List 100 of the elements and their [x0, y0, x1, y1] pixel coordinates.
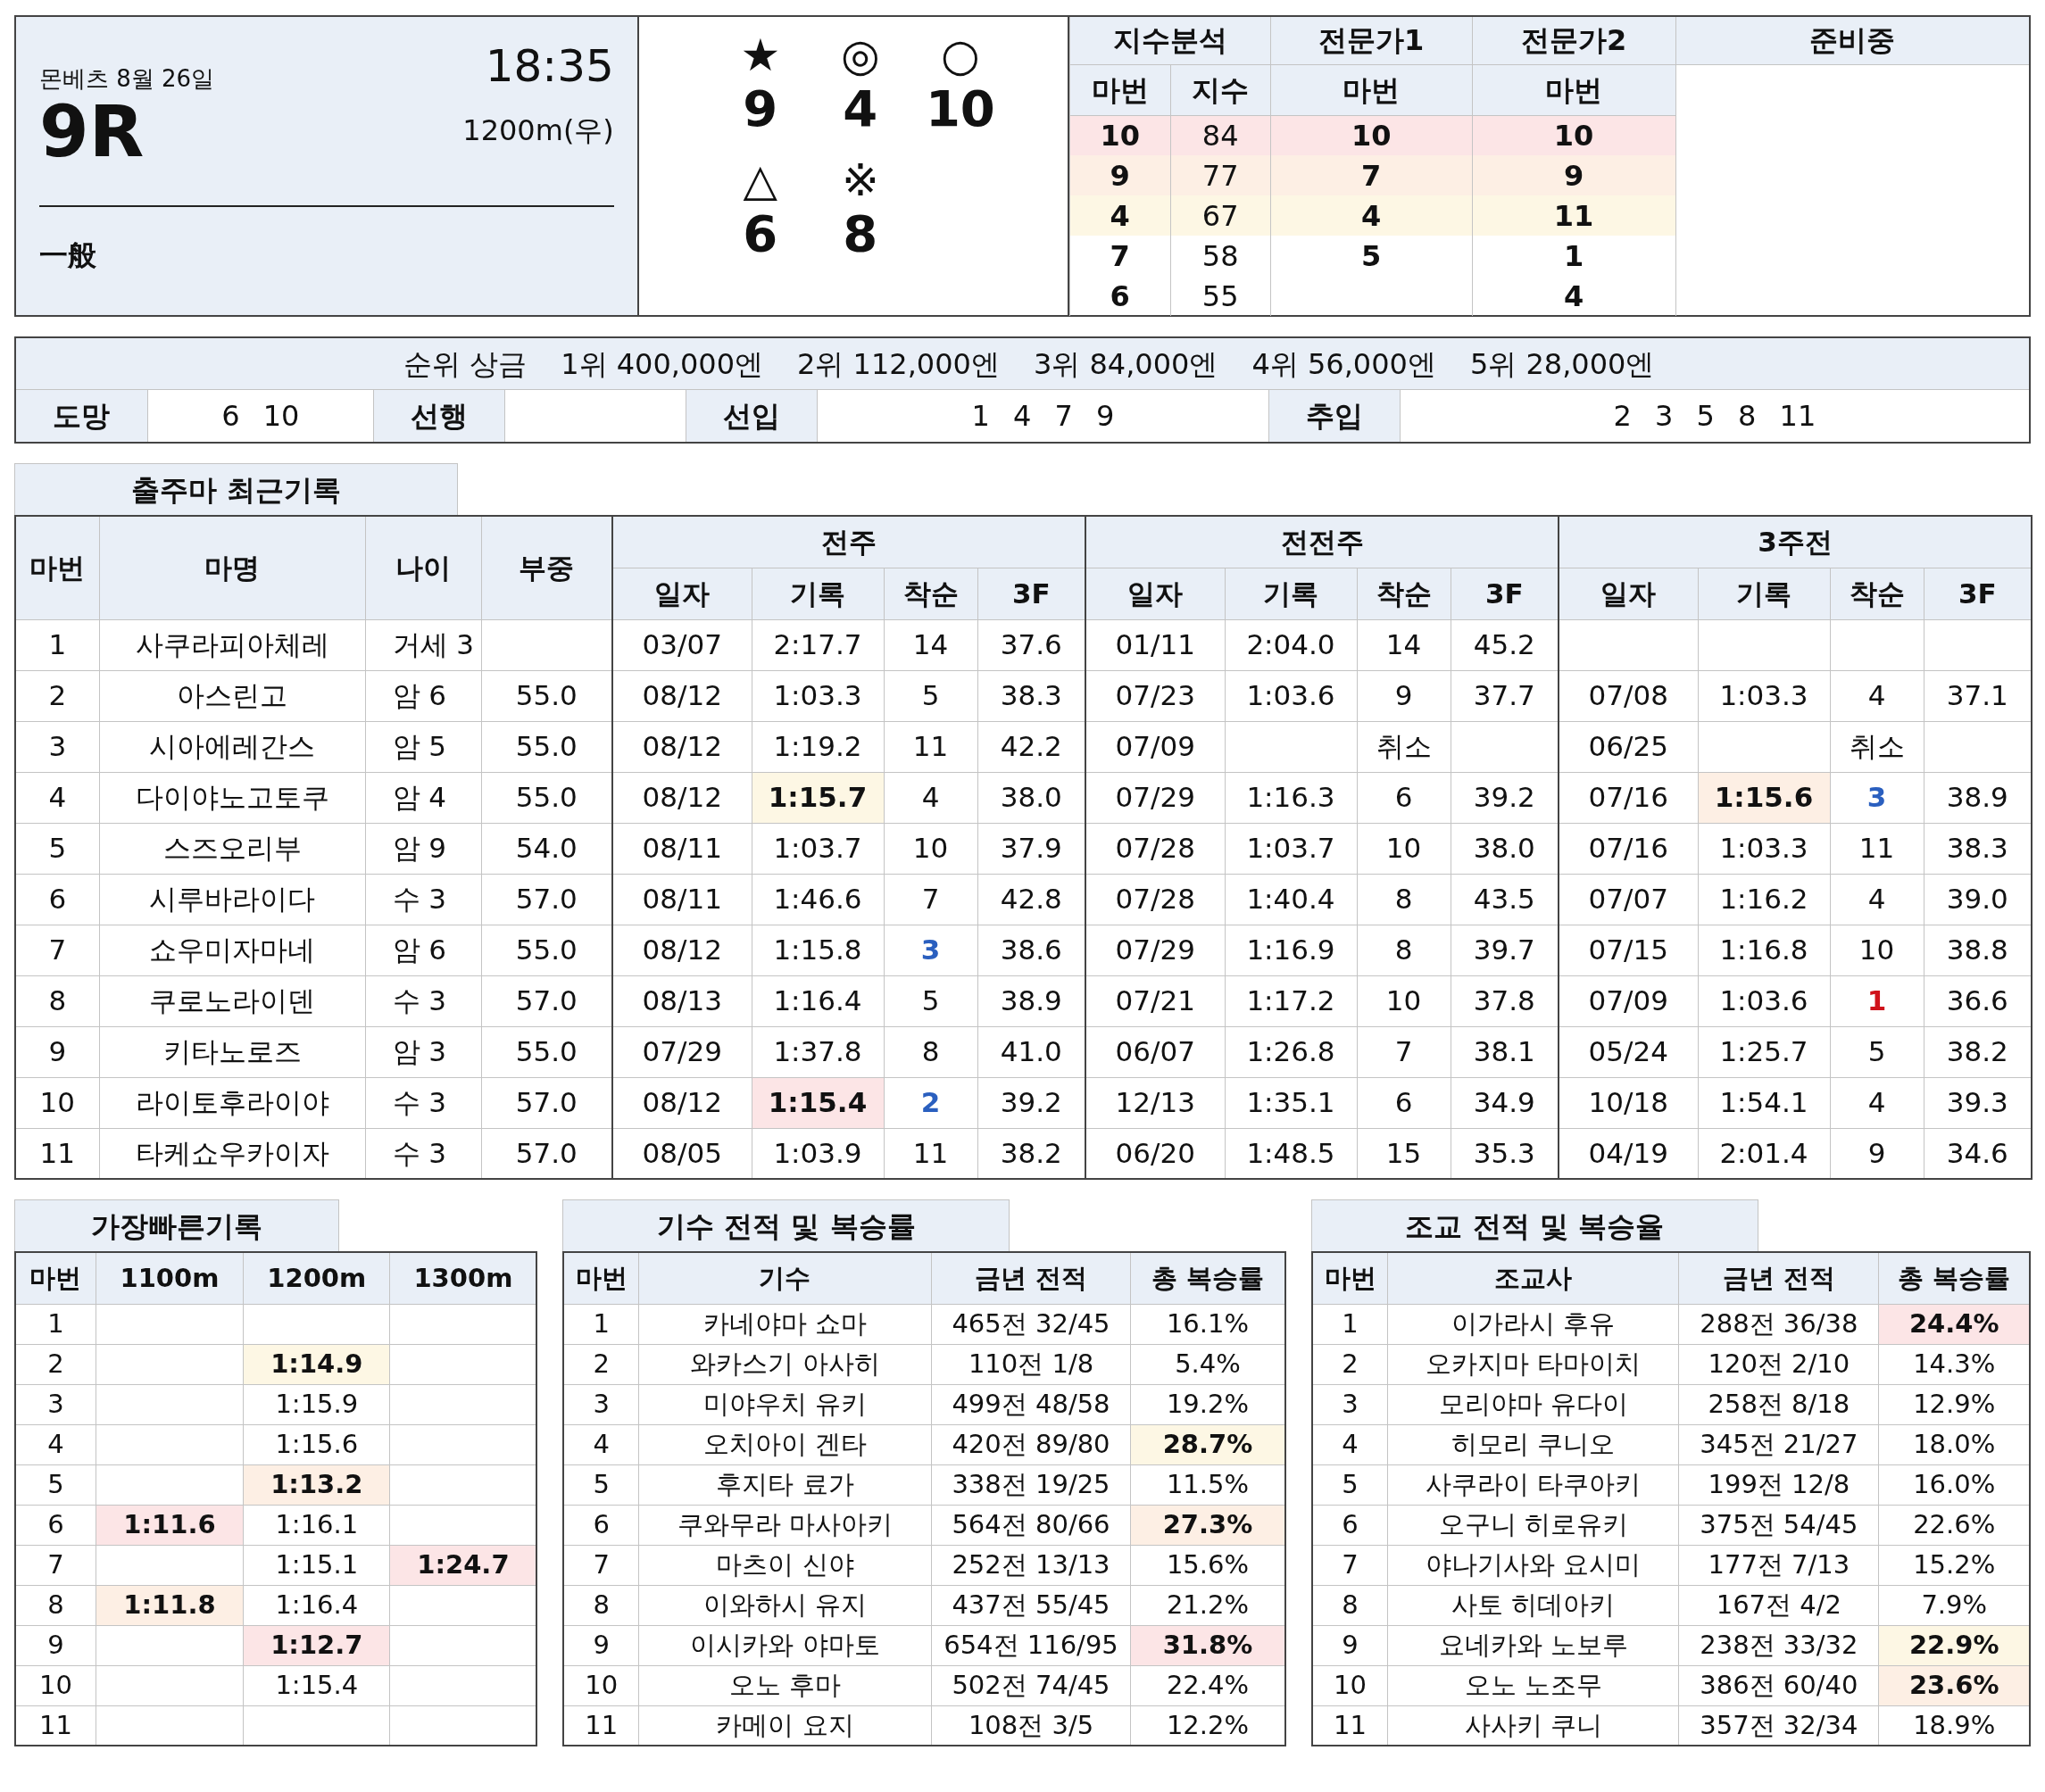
- table-cell: 7: [1357, 1026, 1451, 1077]
- table-cell: 암 4: [365, 772, 481, 823]
- table-cell: 67: [1170, 195, 1271, 236]
- table-cell: 8: [15, 975, 99, 1026]
- table-cell: 7: [1270, 155, 1473, 195]
- table-cell: 22.9%: [1879, 1625, 2030, 1665]
- pick-symbol: △: [743, 158, 778, 203]
- table-cell: 6: [1357, 1077, 1451, 1128]
- table-cell: 1:16.4: [243, 1585, 390, 1625]
- table-cell: 4: [1472, 276, 1676, 316]
- table-cell: 07/23: [1085, 670, 1225, 721]
- table-cell: 9: [15, 1026, 99, 1077]
- table-cell: 4: [1069, 195, 1171, 236]
- table-cell: 2: [15, 670, 99, 721]
- table-cell: 6: [1069, 276, 1171, 316]
- table-cell: 502전 74/45: [931, 1665, 1131, 1705]
- table-cell: 암 6: [365, 670, 481, 721]
- column-header: 3F: [977, 568, 1085, 619]
- table-cell: 1:03.7: [752, 823, 884, 874]
- table-cell: 288전 36/38: [1678, 1304, 1879, 1344]
- table-cell: 2: [563, 1344, 639, 1384]
- table-cell: 4: [563, 1424, 639, 1464]
- table-cell: 아스린고: [99, 670, 365, 721]
- table-cell: 375전 54/45: [1678, 1505, 1879, 1545]
- column-header: 전전주: [1085, 516, 1559, 568]
- table-cell: 10: [1357, 975, 1451, 1026]
- table-cell: 10/18: [1559, 1077, 1698, 1128]
- table-cell: 사토 히데아키: [1387, 1585, 1679, 1625]
- table-cell: 암 3: [365, 1026, 481, 1077]
- table-cell: 1:35.1: [1225, 1077, 1357, 1128]
- table-cell: 14: [884, 619, 977, 670]
- table-cell: 1: [1830, 975, 1924, 1026]
- column-header: 금년 전적: [1678, 1252, 1879, 1304]
- table-cell: 77: [1170, 155, 1271, 195]
- table-cell: 199전 12/8: [1678, 1464, 1879, 1505]
- table-cell: 177전 7/13: [1678, 1545, 1879, 1585]
- column-header: 전문가2: [1472, 17, 1676, 64]
- table-cell: 258전 8/18: [1678, 1384, 1879, 1424]
- table-cell: 1:19.2: [752, 721, 884, 772]
- table-cell: 4: [15, 772, 99, 823]
- column-header: 1300m: [389, 1252, 537, 1304]
- section-title: 기수 전적 및 복승률: [562, 1199, 1010, 1251]
- column-header: 지수: [1170, 64, 1271, 115]
- table-cell: 08/12: [612, 925, 752, 975]
- table-cell: 1:15.7: [752, 772, 884, 823]
- style-label: 선행: [372, 390, 505, 442]
- table-cell: 1:03.6: [1698, 975, 1830, 1026]
- table-cell: 이시카와 야마토: [638, 1625, 932, 1665]
- table-cell: 1:15.9: [243, 1384, 390, 1424]
- table-cell: 암 6: [365, 925, 481, 975]
- table-cell: 110전 1/8: [931, 1344, 1131, 1384]
- table-cell: 345전 21/27: [1678, 1424, 1879, 1464]
- table-cell: 모리야마 유다이: [1387, 1384, 1679, 1424]
- table-cell: 07/09: [1559, 975, 1698, 1026]
- table-cell: 12/13: [1085, 1077, 1225, 1128]
- table-cell: 10: [15, 1077, 99, 1128]
- table-cell: 라이토후라이야: [99, 1077, 365, 1128]
- table-cell: 10: [1357, 823, 1451, 874]
- column-header: 마번: [1472, 64, 1676, 115]
- column-header: 일자: [1559, 568, 1698, 619]
- style-label: 도망: [16, 390, 148, 442]
- horse-numbers: 6 10: [221, 398, 300, 435]
- table-cell: 6: [15, 1505, 96, 1545]
- table-cell: 3: [1311, 1384, 1388, 1424]
- table-cell: 07/15: [1559, 925, 1698, 975]
- table-cell: 1:16.1: [243, 1505, 390, 1545]
- table-cell: 07/28: [1085, 874, 1225, 925]
- table-cell: 338전 19/25: [931, 1464, 1131, 1505]
- table-cell: 후지타 료가: [638, 1464, 932, 1505]
- table-cell: 쇼우미자마네: [99, 925, 365, 975]
- table-cell: 오구니 히로유키: [1387, 1505, 1679, 1545]
- column-header: 금년 전적: [931, 1252, 1131, 1304]
- table-cell: 420전 89/80: [931, 1424, 1131, 1464]
- pick-symbol: ★: [740, 33, 781, 78]
- table-cell: 1:15.4: [243, 1665, 390, 1705]
- table-cell: 스즈오리부: [99, 823, 365, 874]
- table-cell: 8: [1357, 925, 1451, 975]
- prize-amount: 5위 28,000엔: [1469, 345, 1655, 383]
- table-cell: 7: [884, 874, 977, 925]
- table-cell: 5: [563, 1464, 639, 1505]
- column-header: 착순: [884, 568, 977, 619]
- table-cell: 카네야마 쇼마: [638, 1304, 932, 1344]
- table-cell: 히모리 쿠니오: [1387, 1424, 1679, 1464]
- section-title: 가장빠른기록: [14, 1199, 339, 1251]
- table-cell: 1: [1472, 236, 1676, 276]
- style-label: 추입: [1268, 390, 1401, 442]
- column-header: 기수: [638, 1252, 932, 1304]
- table-cell: 취소: [1830, 721, 1924, 772]
- table-cell: 와카스기 아사히: [638, 1344, 932, 1384]
- column-header: 일자: [612, 568, 752, 619]
- table-cell: 4: [15, 1424, 96, 1464]
- table-cell: 06/25: [1559, 721, 1698, 772]
- table-cell: 수 3: [365, 975, 481, 1026]
- table-cell: 8: [563, 1585, 639, 1625]
- column-header: 총 복승률: [1879, 1252, 2030, 1304]
- column-header: 일자: [1085, 568, 1225, 619]
- table-cell: 9: [15, 1625, 96, 1665]
- table-cell: 4: [884, 772, 977, 823]
- table-cell: 오노 후마: [638, 1665, 932, 1705]
- table-cell: 5: [884, 975, 977, 1026]
